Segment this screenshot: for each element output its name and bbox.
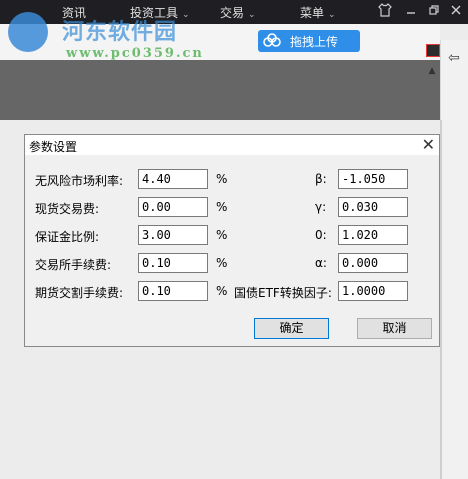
chevron-down-icon: ⌄ <box>248 10 256 20</box>
minimize-icon[interactable] <box>402 3 420 21</box>
margin-ratio-unit: % <box>216 228 228 242</box>
alpha-label: α: <box>315 256 327 270</box>
chevron-down-icon: ⌄ <box>182 10 190 20</box>
close-icon[interactable] <box>447 3 465 21</box>
beta-label: β: <box>315 172 327 186</box>
tshirt-icon[interactable] <box>376 3 394 21</box>
margin-ratio-label: 保证金比例: <box>35 230 100 244</box>
menu-trade[interactable]: 交易 ⌄ <box>220 4 256 21</box>
alpha-input[interactable]: 0.000 <box>338 253 408 273</box>
exchange-fee-input[interactable]: 0.10 <box>138 253 208 273</box>
ok-button[interactable]: 确定 <box>254 318 329 339</box>
watermark-site-url: www.pc0359.cn <box>66 46 204 61</box>
maximize-panel-icon[interactable] <box>426 44 440 57</box>
parameter-settings-dialog: 参数设置 ✕ 无风险市场利率: 4.40 % 现货交易费: 0.00 % 保证金… <box>24 134 440 347</box>
theta-input[interactable]: 1.020 <box>338 225 408 245</box>
upload-label: 拖拽上传 <box>290 35 339 49</box>
risk-free-rate-input[interactable]: 4.40 <box>138 169 208 189</box>
spot-fee-unit: % <box>216 200 228 214</box>
margin-ratio-input[interactable]: 3.00 <box>138 225 208 245</box>
bond-etf-factor-label: 国债ETF转换因子: <box>234 286 332 300</box>
menu-main[interactable]: 菜单 ⌄ <box>300 4 336 21</box>
bond-etf-factor-input[interactable]: 1.0000 <box>338 281 408 301</box>
exchange-fee-label: 交易所手续费: <box>35 258 112 272</box>
cancel-button[interactable]: 取消 <box>357 318 432 339</box>
vertical-scrollbar[interactable] <box>440 120 442 479</box>
close-icon[interactable]: ✕ <box>422 135 435 155</box>
delivery-fee-unit: % <box>216 284 228 298</box>
exchange-fee-unit: % <box>216 256 228 270</box>
gamma-label: γ: <box>315 200 327 214</box>
scroll-up-icon[interactable]: ▲ <box>426 65 438 77</box>
restore-icon[interactable] <box>425 3 443 21</box>
chart-area <box>0 60 440 120</box>
theta-label: 0: <box>315 228 327 242</box>
watermark-logo-icon <box>8 12 48 52</box>
back-arrow-icon[interactable]: ⇦ <box>448 50 460 66</box>
risk-free-rate-unit: % <box>216 172 228 186</box>
drag-upload-button[interactable]: 拖拽上传 <box>258 30 360 52</box>
delivery-fee-label: 期货交割手续费: <box>35 286 124 300</box>
right-side-panel <box>440 40 468 479</box>
chevron-down-icon: ⌄ <box>328 10 336 20</box>
spot-fee-label: 现货交易费: <box>35 202 100 216</box>
cloud-icon <box>262 32 282 50</box>
beta-input[interactable]: -1.050 <box>338 169 408 189</box>
gamma-input[interactable]: 0.030 <box>338 197 408 217</box>
risk-free-rate-label: 无风险市场利率: <box>35 174 124 188</box>
spot-fee-input[interactable]: 0.00 <box>138 197 208 217</box>
dialog-title: 参数设置 <box>29 140 78 154</box>
watermark-site-name: 河东软件园 <box>62 20 178 45</box>
delivery-fee-input[interactable]: 0.10 <box>138 281 208 301</box>
dialog-title-bar: 参数设置 ✕ <box>25 135 439 155</box>
